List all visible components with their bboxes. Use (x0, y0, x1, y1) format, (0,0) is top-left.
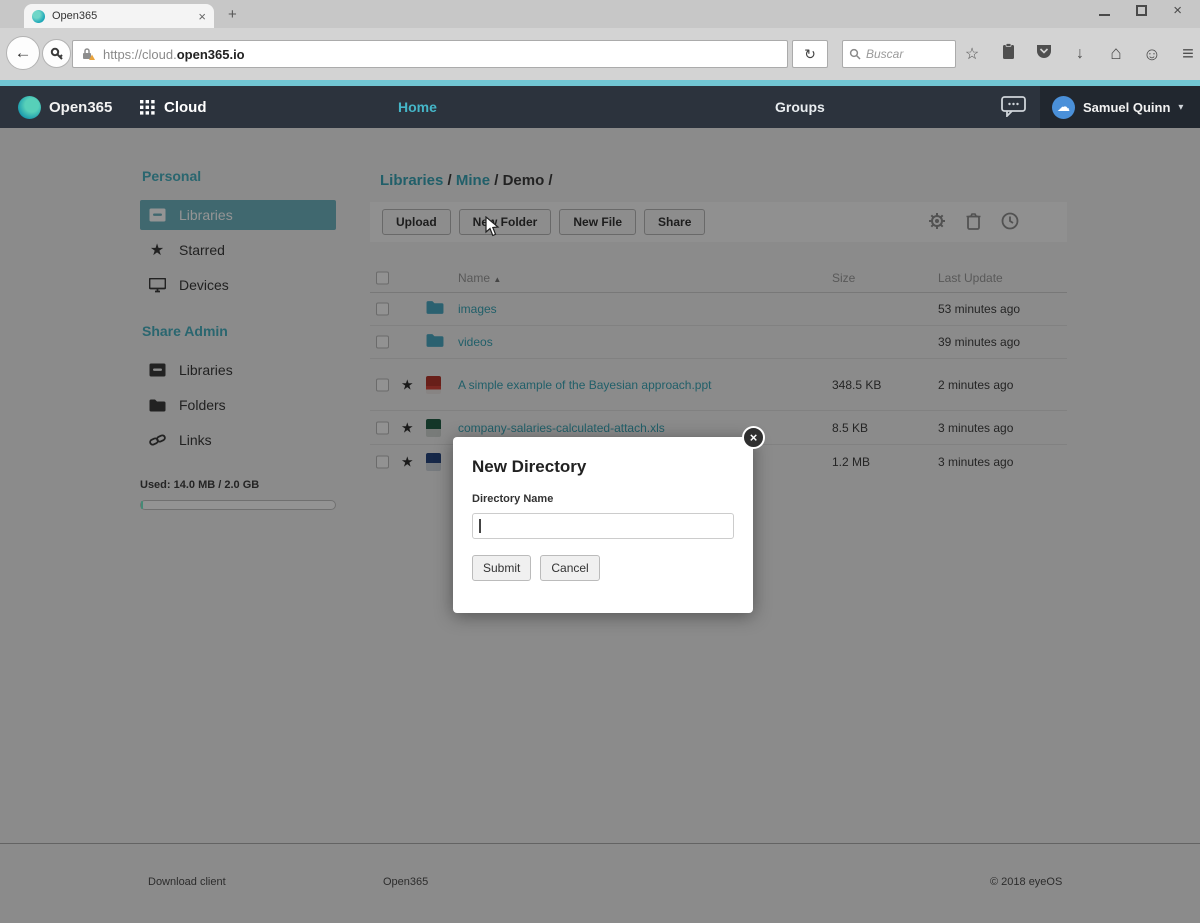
home-icon[interactable]: ⌂ (1106, 43, 1126, 65)
modal-title: New Directory (472, 457, 734, 477)
insecure-lock-icon[interactable] (81, 47, 95, 61)
pocket-icon[interactable] (1034, 44, 1054, 64)
nav-tab-home[interactable]: Home (398, 86, 437, 128)
maximize-button[interactable] (1136, 5, 1147, 16)
directory-name-label: Directory Name (472, 493, 734, 505)
favicon-icon (32, 10, 45, 23)
user-name: Samuel Quinn (1083, 100, 1170, 115)
bookmark-star-icon[interactable]: ☆ (962, 44, 982, 64)
cloud-page: Personal Libraries ★ Starred Devices Sha… (0, 128, 1200, 923)
app-navbar: Open365 Cloud Home Groups ☁ Samuel Quinn… (0, 86, 1200, 128)
new-tab-button[interactable]: + (228, 6, 237, 23)
app-name: Cloud (164, 99, 207, 116)
url-domain: open365.io (177, 47, 245, 62)
cancel-button[interactable]: Cancel (540, 555, 599, 581)
downloads-icon[interactable]: ↓ (1070, 45, 1090, 63)
user-menu[interactable]: ☁ Samuel Quinn ▾ (1040, 86, 1200, 128)
key-icon[interactable] (42, 39, 71, 68)
hamburger-menu-icon[interactable]: ≡ (1178, 43, 1198, 66)
clipboard-icon[interactable] (998, 43, 1018, 65)
chat-icon[interactable] (1001, 96, 1026, 122)
browser-tab[interactable]: Open365 × (24, 4, 214, 28)
open365-logo-icon (18, 96, 41, 119)
directory-name-input[interactable] (472, 513, 734, 539)
search-icon (849, 48, 861, 60)
nav-tab-groups[interactable]: Groups (775, 86, 825, 128)
url-bar[interactable]: https://cloud.open365.io (72, 40, 788, 68)
mouse-cursor (485, 216, 500, 237)
chevron-down-icon: ▾ (1178, 102, 1183, 113)
submit-button[interactable]: Submit (472, 555, 531, 581)
text-caret (479, 519, 481, 533)
tab-close-icon[interactable]: × (198, 9, 206, 24)
modal-close-icon[interactable]: × (742, 426, 765, 449)
back-button[interactable]: ← (6, 36, 40, 70)
new-directory-modal: × New Directory Directory Name Submit Ca… (453, 437, 753, 613)
search-placeholder: Buscar (866, 47, 903, 61)
browser-search-box[interactable]: Buscar (842, 40, 956, 68)
url-prefix: https://cloud. (103, 47, 177, 62)
key-glyph (50, 47, 64, 61)
brand[interactable]: Open365 (18, 86, 112, 128)
close-window-button[interactable]: × (1173, 5, 1182, 16)
account-smiley-icon[interactable]: ☺ (1142, 44, 1162, 65)
browser-toolbar: ← https://cloud.open365.io ↻ Buscar ☆ (0, 28, 1200, 80)
reload-button[interactable]: ↻ (792, 40, 828, 68)
brand-name: Open365 (49, 99, 112, 116)
app-switcher[interactable]: Cloud (140, 86, 207, 128)
cloud-avatar-icon: ☁ (1057, 99, 1070, 115)
minimize-button[interactable] (1099, 6, 1110, 16)
apps-grid-icon (140, 100, 155, 115)
url-text: https://cloud.open365.io (103, 47, 245, 62)
tab-title: Open365 (52, 10, 198, 22)
window-titlebar: Open365 × + × (0, 0, 1200, 28)
user-avatar: ☁ (1052, 96, 1075, 119)
